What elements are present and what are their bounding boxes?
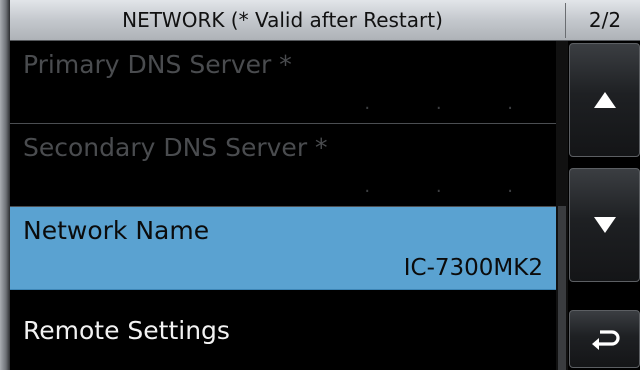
menu-item-label: Secondary DNS Server *	[23, 133, 328, 162]
menu-item-network-name[interactable]: Network Name IC-7300MK2	[10, 207, 556, 290]
menu-item-value: IC-7300MK2	[403, 255, 543, 281]
menu-item-label: Primary DNS Server *	[23, 50, 292, 79]
menu-item-remote-settings[interactable]: Remote Settings	[10, 290, 556, 370]
settings-list: Primary DNS Server * . . . Secondary DNS…	[10, 41, 556, 370]
title-divider	[565, 3, 566, 38]
screen-bezel	[0, 0, 10, 370]
return-arrow-icon	[591, 330, 620, 350]
scroll-down-button[interactable]	[569, 168, 640, 282]
triangle-down-icon	[593, 217, 616, 233]
scrollbar-thumb[interactable]	[558, 206, 566, 370]
menu-item-value: . . .	[364, 176, 543, 197]
screen-title: NETWORK (* Valid after Restart)	[122, 8, 443, 32]
return-button[interactable]	[569, 310, 640, 368]
menu-item-value: . . .	[364, 93, 543, 114]
menu-item-secondary-dns: Secondary DNS Server * . . .	[10, 124, 556, 207]
network-settings-screen: NETWORK (* Valid after Restart) 2/2 Prim…	[0, 0, 640, 370]
menu-item-primary-dns: Primary DNS Server * . . .	[10, 41, 556, 124]
menu-item-label: Remote Settings	[23, 316, 230, 345]
scroll-up-button[interactable]	[569, 43, 640, 157]
title-bar: NETWORK (* Valid after Restart) 2/2	[10, 0, 640, 41]
page-indicator: 2/2	[588, 8, 622, 32]
menu-item-label: Network Name	[23, 216, 210, 245]
triangle-up-icon	[593, 92, 616, 108]
